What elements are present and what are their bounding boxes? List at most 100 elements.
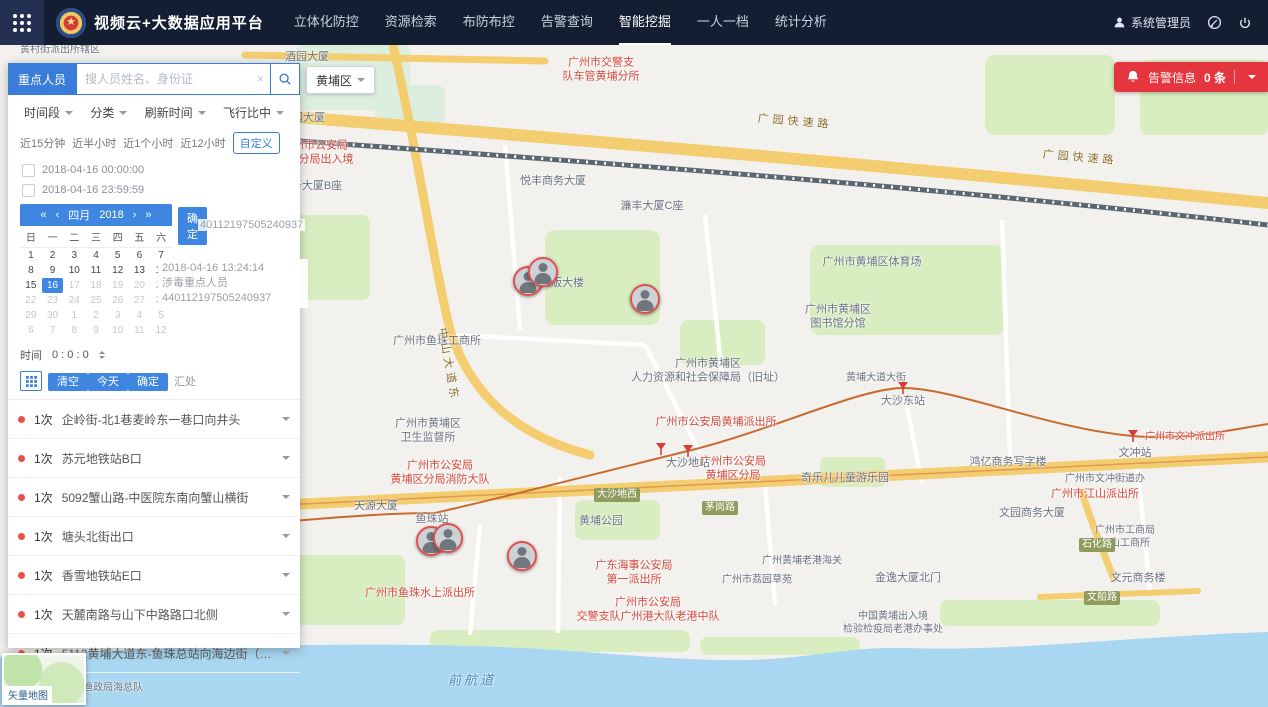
calendar-month[interactable]: 四月 — [68, 207, 90, 223]
calendar-day[interactable]: 1 — [63, 308, 85, 323]
date-value: 2018-04-16 23:59:59 — [42, 184, 144, 196]
calendar-day[interactable]: 27 — [129, 293, 151, 308]
time-value[interactable]: 0 : 0 : 0 — [52, 349, 89, 361]
filter-dropdown[interactable]: 刷新时间 — [145, 104, 206, 121]
quick-range-button[interactable]: 近半小时 — [72, 135, 116, 151]
filter-dropdown[interactable]: 飞行比中 — [223, 104, 284, 121]
person-marker[interactable] — [433, 523, 463, 553]
calendar-day[interactable]: 7 — [42, 323, 64, 338]
calendar-day[interactable]: 11 — [85, 263, 107, 278]
chevron-down-icon — [119, 111, 127, 119]
action-button[interactable]: 清空 — [48, 373, 88, 391]
step-down-icon[interactable] — [99, 356, 105, 362]
nav-menu-item[interactable]: 智能挖掘 — [619, 0, 671, 45]
next-month-button[interactable]: › — [133, 209, 137, 221]
search-input[interactable] — [77, 72, 251, 86]
calendar-day[interactable]: 6 — [20, 323, 42, 338]
person-marker[interactable] — [528, 257, 558, 287]
filter-dropdown[interactable]: 分类 — [90, 104, 127, 121]
main-menu: 立体化防控资源检索布防布控告警查询智能挖掘一人一档统计分析 — [294, 0, 827, 45]
calendar-day[interactable]: 4 — [85, 248, 107, 263]
camera-marker-icon[interactable] — [654, 442, 668, 456]
calendar-grid-button[interactable] — [20, 371, 42, 391]
calendar-day[interactable]: 20 — [129, 278, 151, 293]
calendar-day[interactable]: 5 — [150, 308, 172, 323]
nav-menu-item[interactable]: 告警查询 — [541, 0, 593, 45]
calendar-day[interactable]: 30 — [42, 308, 64, 323]
list-item[interactable]: 1次 5092蟹山路-中医院东南向蟹山横街 — [8, 478, 300, 517]
calendar-day[interactable]: 3 — [63, 248, 85, 263]
list-item[interactable]: 1次 苏元地铁站B口 — [8, 439, 300, 478]
location-label: 5112黄埔大道东-鱼珠总站向海边街（金） — [62, 645, 277, 662]
calendar-day[interactable]: 29 — [20, 308, 42, 323]
nav-menu-item[interactable]: 一人一档 — [697, 0, 749, 45]
calendar-day[interactable]: 12 — [150, 323, 172, 338]
quick-range-button[interactable]: 近1个小时 — [123, 135, 173, 151]
list-item[interactable]: 1次 香雪地铁站E口 — [8, 556, 300, 595]
calendar-day[interactable]: 5 — [107, 248, 129, 263]
checkbox[interactable] — [22, 184, 35, 197]
action-button[interactable]: 确定 — [128, 373, 168, 391]
calendar-day[interactable]: 4 — [129, 308, 151, 323]
calendar-day[interactable]: 6 — [129, 248, 151, 263]
seal-icon[interactable] — [1207, 15, 1222, 30]
calendar-day[interactable]: 3 — [107, 308, 129, 323]
list-item[interactable]: 1次 天麓南路与山下中路路口北侧 — [8, 595, 300, 634]
power-icon[interactable] — [1238, 16, 1252, 30]
calendar-day[interactable]: 16 — [42, 278, 64, 293]
nav-menu-item[interactable]: 资源检索 — [385, 0, 437, 45]
calendar-day[interactable]: 1 — [20, 248, 42, 263]
filter-dropdown[interactable]: 时间段 — [24, 104, 73, 121]
calendar-day[interactable]: 15 — [20, 278, 42, 293]
calendar-day[interactable]: 9 — [85, 323, 107, 338]
calendar-day[interactable]: 19 — [107, 278, 129, 293]
calendar-day[interactable]: 8 — [63, 323, 85, 338]
calendar-day[interactable]: 22 — [20, 293, 42, 308]
calendar-year[interactable]: 2018 — [99, 209, 123, 221]
next-year-button[interactable]: » — [145, 209, 151, 221]
time-stepper[interactable] — [99, 348, 105, 362]
minimap[interactable]: 矢量地图 — [2, 653, 86, 705]
alert-banner[interactable]: 告警信息 0 条 — [1114, 62, 1268, 92]
calendar-day[interactable]: 2 — [85, 308, 107, 323]
app-launcher-button[interactable] — [0, 0, 44, 45]
list-item[interactable]: 1次 企岭街-北1巷麦岭东一巷口向井头 — [8, 400, 300, 439]
calendar-day[interactable]: 10 — [107, 323, 129, 338]
calendar-day[interactable]: 23 — [42, 293, 64, 308]
list-item[interactable]: 1次 塘头北街出口 — [8, 517, 300, 556]
calendar-day[interactable]: 9 — [42, 263, 64, 278]
calendar-day[interactable]: 12 — [107, 263, 129, 278]
calendar-day[interactable]: 11 — [129, 323, 151, 338]
calendar-day[interactable]: 24 — [63, 293, 85, 308]
camera-marker-icon[interactable] — [1126, 429, 1140, 443]
calendar-day[interactable]: 2 — [42, 248, 64, 263]
district-selector[interactable]: 黄埔区 — [306, 66, 375, 94]
action-button[interactable]: 今天 — [88, 373, 128, 391]
prev-year-button[interactable]: « — [40, 209, 46, 221]
quick-range-button[interactable]: 近15分钟 — [20, 135, 65, 151]
quick-range-button[interactable]: 自定义 — [233, 132, 280, 154]
chevron-down-icon — [357, 78, 365, 86]
calendar-day[interactable]: 8 — [20, 263, 42, 278]
search-button[interactable] — [270, 64, 299, 94]
checkbox[interactable] — [22, 164, 35, 177]
step-up-icon[interactable] — [99, 348, 105, 354]
nav-menu-item[interactable]: 统计分析 — [775, 0, 827, 45]
nav-menu-item[interactable]: 布防布控 — [463, 0, 515, 45]
calendar-day[interactable]: 13 — [129, 263, 151, 278]
calendar-day[interactable]: 25 — [85, 293, 107, 308]
calendar-day[interactable]: 18 — [85, 278, 107, 293]
nav-menu-item[interactable]: 立体化防控 — [294, 0, 359, 45]
calendar-day[interactable]: 17 — [63, 278, 85, 293]
quick-range-button[interactable]: 近12小时 — [180, 135, 225, 151]
camera-marker-icon[interactable] — [681, 444, 695, 458]
user-menu[interactable]: 系统管理员 — [1113, 14, 1191, 31]
clear-icon[interactable]: × — [251, 72, 270, 86]
camera-marker-icon[interactable] — [896, 381, 910, 395]
person-marker[interactable] — [507, 541, 537, 571]
calendar-day[interactable]: 10 — [63, 263, 85, 278]
tab-key-personnel[interactable]: 重点人员 — [8, 63, 76, 95]
prev-month-button[interactable]: ‹ — [56, 209, 60, 221]
person-marker[interactable] — [630, 284, 660, 314]
calendar-day[interactable]: 26 — [107, 293, 129, 308]
